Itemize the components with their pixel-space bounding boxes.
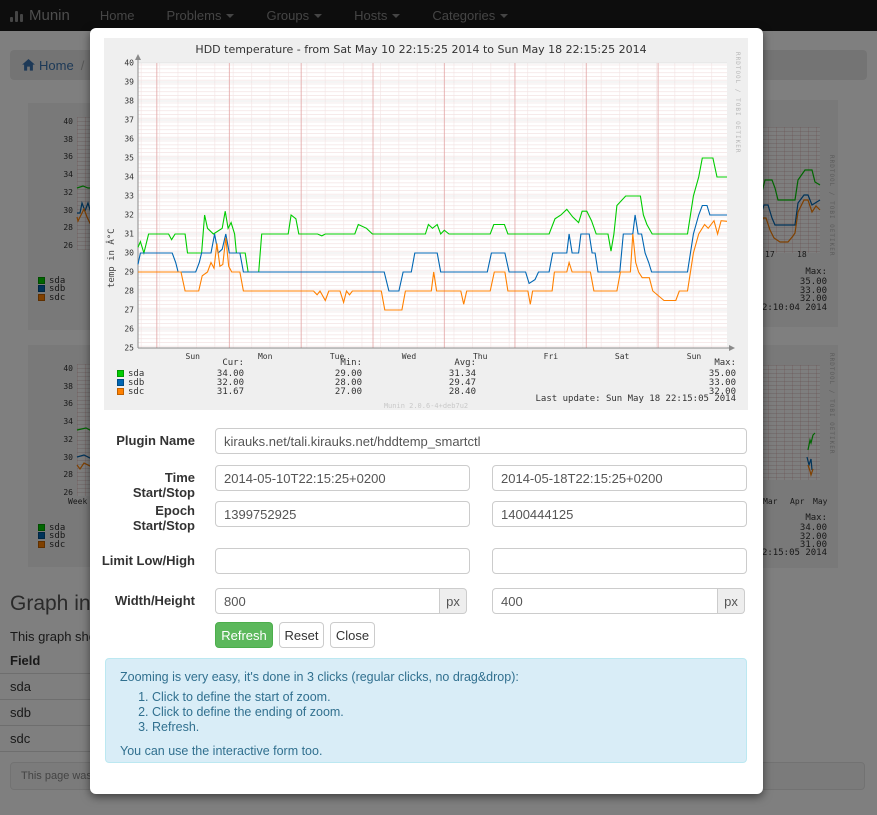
- width-unit-addon: px: [440, 588, 467, 614]
- time-startstop-label: Time Start/Stop: [100, 470, 195, 500]
- height-unit-addon: px: [718, 588, 745, 614]
- epoch-stop-input[interactable]: [492, 501, 747, 527]
- munin-version-watermark: Munin 2.0.6-4+deb7u2: [104, 402, 748, 410]
- limit-lowhigh-label: Limit Low/High: [100, 553, 195, 568]
- legend-label-sdc: sdc: [128, 387, 144, 397]
- time-stop-input[interactable]: [492, 465, 747, 491]
- width-input[interactable]: [215, 588, 440, 614]
- stat-value: 28.40: [386, 387, 476, 397]
- reset-button[interactable]: Reset: [279, 622, 324, 648]
- stat-value: 27.00: [272, 387, 362, 397]
- epoch-startstop-label: Epoch Start/Stop: [100, 503, 195, 533]
- close-button[interactable]: Close: [330, 622, 375, 648]
- time-start-input[interactable]: [215, 465, 470, 491]
- legend-swatch-sdc: [117, 388, 124, 395]
- zoom-help-step: Click to define the start of zoom.: [152, 690, 732, 704]
- stats-column-header: Avg:: [386, 358, 476, 368]
- limit-low-input[interactable]: [215, 548, 470, 574]
- epoch-start-input[interactable]: [215, 501, 470, 527]
- zoom-help-outro: You can use the interactive form too.: [120, 744, 732, 758]
- graph-legend-stats: Cur:Min:Avg:Max:sda34.0029.0031.3435.00s…: [104, 38, 748, 410]
- stats-column-header: Max:: [646, 358, 736, 368]
- widthheight-label: Width/Height: [100, 593, 195, 608]
- zoom-dialog: HDD temperature - from Sat May 10 22:15:…: [90, 28, 763, 794]
- zoom-help-intro: Zooming is very easy, it's done in 3 cli…: [120, 670, 732, 684]
- legend-swatch-sdb: [117, 379, 124, 386]
- zoom-help-box: Zooming is very easy, it's done in 3 cli…: [105, 658, 747, 763]
- stat-value: 31.67: [154, 387, 244, 397]
- plugin-name-label: Plugin Name: [100, 433, 195, 448]
- plugin-name-input[interactable]: [215, 428, 747, 454]
- height-input[interactable]: [492, 588, 718, 614]
- limit-high-input[interactable]: [492, 548, 747, 574]
- stats-column-header: Cur:: [154, 358, 244, 368]
- zoom-help-step: Click to define the ending of zoom.: [152, 705, 732, 719]
- zoom-help-steps: Click to define the start of zoom.Click …: [120, 690, 732, 734]
- stats-column-header: Min:: [272, 358, 362, 368]
- hdd-temperature-graph[interactable]: HDD temperature - from Sat May 10 22:15:…: [104, 38, 748, 410]
- legend-swatch-sda: [117, 370, 124, 377]
- rrdtool-credit: RRDTOOL / TOBI OETIKER: [734, 52, 741, 153]
- refresh-button[interactable]: Refresh: [215, 622, 273, 648]
- zoom-help-step: Refresh.: [152, 720, 732, 734]
